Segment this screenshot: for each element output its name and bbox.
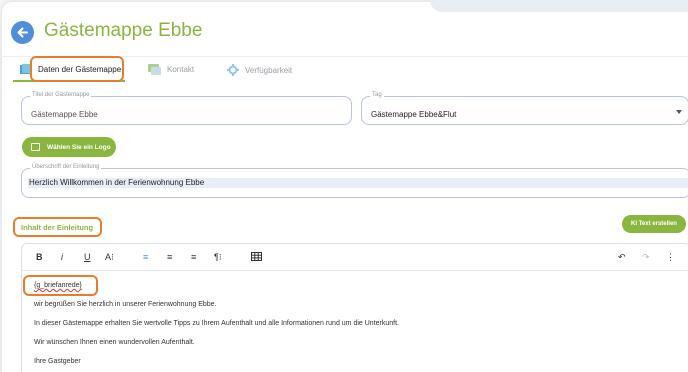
gear-icon [227, 64, 239, 76]
intro-heading-label: Überschrift der Einleitung [30, 164, 102, 170]
rich-text-editor[interactable]: B i U A⁝ ≡ ≡ ≡ ¶⁝ ↶ ↷ ⋮ {g_briefanrede} … [21, 243, 688, 372]
undo-button[interactable]: ↶ [618, 252, 626, 263]
tab-kontakt-label: Kontakt [167, 65, 195, 74]
arrow-left-icon [17, 27, 28, 38]
choose-logo-button[interactable]: Wählen Sie ein Logo [22, 137, 116, 157]
chevron-down-icon [676, 110, 682, 114]
title-field-label: Titel der Gästemappe [30, 92, 92, 98]
tab-kontakt[interactable]: Kontakt [148, 64, 194, 75]
page-title: Gästemappe Ebbe [44, 20, 203, 41]
decorative-header-shape [430, 0, 688, 12]
choose-logo-label: Wählen Sie ein Logo [47, 143, 111, 151]
ai-text-button[interactable]: KI Text erstellen [622, 215, 686, 233]
image-icon [31, 143, 40, 151]
tab-verfuegbarkeit[interactable]: Verfügbarkeit [227, 64, 292, 76]
back-button[interactable] [11, 21, 34, 44]
title-field[interactable]: Titel der Gästemappe Gästemappe Ebbe [21, 92, 352, 125]
align-right-button[interactable]: ≡ [191, 252, 196, 262]
intro-heading-value: Herzlich Willkommen in der Ferienwohnung… [28, 178, 688, 188]
bold-button[interactable]: B [36, 252, 43, 262]
tag-select-value: Gästemappe Ebbe&Flut [371, 110, 457, 119]
redo-button[interactable]: ↷ [642, 252, 650, 263]
tag-select[interactable]: Tag Gästemappe Ebbe&Flut [361, 92, 688, 125]
editor-line: wir begrüßen Sie herzlich in unserer Fer… [34, 301, 217, 308]
more-options-button[interactable]: ⋮ [666, 252, 675, 263]
table-button[interactable] [251, 252, 262, 263]
intro-heading-field[interactable]: Überschrift der Einleitung Herzlich Will… [21, 164, 688, 198]
editor-line: In dieser Gästemappe erhalten Sie wertvo… [34, 320, 399, 327]
underline-button[interactable]: U [84, 252, 91, 262]
editor-toolbar: B i U A⁝ ≡ ≡ ≡ ¶⁝ ↶ ↷ ⋮ [22, 244, 688, 271]
align-left-button[interactable]: ≡ [143, 252, 148, 262]
italic-button[interactable]: i [61, 252, 63, 262]
contact-card-icon [148, 64, 161, 75]
paragraph-button[interactable]: ¶⁝ [214, 252, 222, 263]
tab-daten-label: Daten der Gästemappe [38, 65, 122, 74]
title-field-value: Gästemappe Ebbe [31, 110, 98, 119]
active-tab-indicator [13, 80, 125, 82]
editor-line: Wir wünschen Ihnen einen wundervollen Au… [34, 339, 195, 346]
tab-daten[interactable]: Daten der Gästemappe [20, 64, 121, 75]
align-center-button[interactable]: ≡ [167, 252, 172, 262]
editor-line-placeholder: {g_briefanrede} [34, 282, 82, 289]
tag-select-label: Tag [370, 92, 384, 98]
intro-content-label: Inhalt der Einleitung [21, 223, 94, 232]
editor-line: Ihre Gastgeber [34, 358, 81, 365]
tab-verfuegbarkeit-label: Verfügbarkeit [245, 65, 293, 75]
book-icon [20, 64, 32, 75]
table-icon [251, 252, 262, 261]
font-size-button[interactable]: A⁝ [105, 252, 114, 263]
